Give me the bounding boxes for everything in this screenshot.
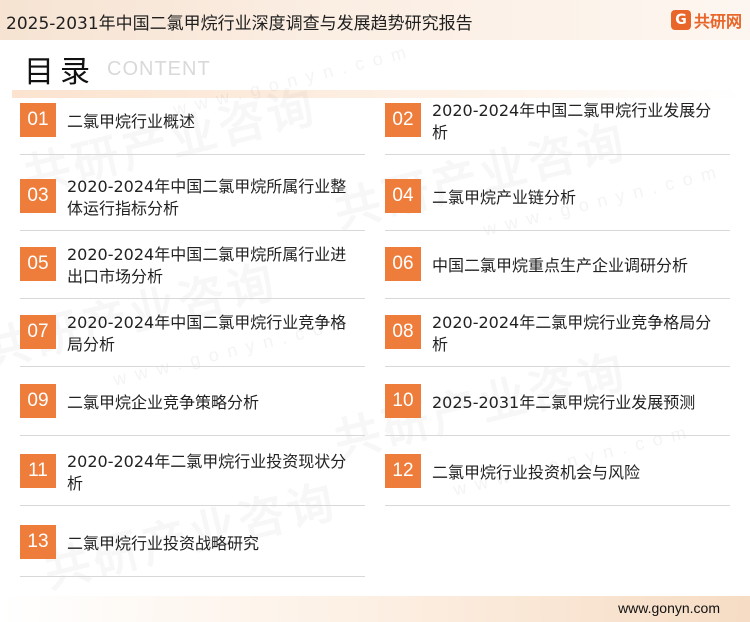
toc-divider — [20, 576, 365, 577]
toc-number-badge: 04 — [385, 179, 421, 213]
logo-mark-icon: G — [670, 10, 691, 30]
footer-bar: www.gonyn.com — [0, 596, 750, 622]
section-title-en: CONTENT — [107, 58, 211, 80]
toc-label: 二氯甲烷企业竞争策略分析 — [67, 393, 260, 412]
toc-label: 二氯甲烷产业链分析 — [432, 188, 577, 207]
report-title: 2025-2031年中国二氯甲烷行业深度调查与发展趋势研究报告 — [6, 14, 473, 34]
toc-divider — [20, 435, 365, 436]
toc-divider — [385, 298, 730, 299]
toc-number-badge: 08 — [385, 315, 421, 349]
toc-number-badge: 10 — [385, 384, 421, 418]
toc-item[interactable]: 13 二氯甲烷行业投资战略研究 — [20, 519, 365, 579]
toc-number-badge: 01 — [20, 103, 56, 137]
toc-item[interactable]: 09 二氯甲烷企业竞争策略分析 — [20, 378, 365, 438]
toc-divider — [20, 505, 365, 506]
toc-label: 二氯甲烷行业投资机会与风险 — [432, 463, 641, 482]
toc-number-badge: 05 — [20, 247, 56, 281]
toc-label: 2020-2024年中国二氯甲烷所属行业进出口市场分析 — [67, 245, 347, 286]
toc-divider — [20, 154, 365, 155]
toc-divider — [385, 230, 730, 231]
toc-item[interactable]: 11 2020-2024年二氯甲烷行业投资现状分析 — [20, 448, 365, 508]
toc-label: 2020-2024年二氯甲烷行业竞争格局分析 — [432, 313, 712, 354]
toc-label: 2020-2024年中国二氯甲烷行业竞争格局分析 — [67, 313, 347, 354]
toc-label: 2020-2024年二氯甲烷行业投资现状分析 — [67, 452, 347, 493]
toc-divider — [20, 230, 365, 231]
toc-number-badge: 06 — [385, 247, 421, 281]
toc-divider — [20, 298, 365, 299]
toc-number-badge: 07 — [20, 315, 56, 349]
toc-divider — [385, 366, 730, 367]
toc-divider — [385, 505, 730, 506]
footer-url: www.gonyn.com — [618, 600, 720, 616]
toc-divider — [385, 154, 730, 155]
toc-number-badge: 02 — [385, 103, 421, 137]
toc-label: 2025-2031年二氯甲烷行业发展预测 — [432, 393, 696, 412]
toc-divider — [20, 366, 365, 367]
toc-divider — [385, 435, 730, 436]
toc-item[interactable]: 04 二氯甲烷产业链分析 — [385, 173, 730, 233]
toc-label: 2020-2024年中国二氯甲烷所属行业整体运行指标分析 — [67, 177, 347, 218]
toc-number-badge: 11 — [20, 454, 56, 488]
toc-item[interactable]: 06 中国二氯甲烷重点生产企业调研分析 — [385, 241, 730, 301]
toc-item[interactable]: 07 2020-2024年中国二氯甲烷行业竞争格局分析 — [20, 309, 365, 369]
toc-item[interactable]: 01 二氯甲烷行业概述 — [20, 97, 365, 157]
toc-item[interactable]: 03 2020-2024年中国二氯甲烷所属行业整体运行指标分析 — [20, 173, 365, 233]
section-title: 目录 — [24, 55, 96, 90]
toc-number-badge: 13 — [20, 525, 56, 559]
toc-item[interactable]: 02 2020-2024年中国二氯甲烷行业发展分析 — [385, 97, 730, 157]
toc-number-badge: 12 — [385, 454, 421, 488]
toc-number-badge: 03 — [20, 179, 56, 213]
toc-label: 二氯甲烷行业概述 — [67, 112, 196, 131]
logo-text: 共研网 — [693, 12, 742, 31]
header-bar: 2025-2031年中国二氯甲烷行业深度调查与发展趋势研究报告 G 共研网 — [0, 0, 750, 40]
toc-number-badge: 09 — [20, 384, 56, 418]
toc-label: 中国二氯甲烷重点生产企业调研分析 — [432, 256, 689, 275]
toc-item[interactable]: 12 二氯甲烷行业投资机会与风险 — [385, 448, 730, 508]
brand-logo: G 共研网 — [670, 8, 742, 32]
toc-item[interactable]: 08 2020-2024年二氯甲烷行业竞争格局分析 — [385, 309, 730, 369]
toc-label: 二氯甲烷行业投资战略研究 — [67, 534, 260, 553]
toc-label: 2020-2024年中国二氯甲烷行业发展分析 — [432, 101, 712, 142]
toc-item[interactable]: 10 2025-2031年二氯甲烷行业发展预测 — [385, 378, 730, 438]
toc-item[interactable]: 05 2020-2024年中国二氯甲烷所属行业进出口市场分析 — [20, 241, 365, 301]
